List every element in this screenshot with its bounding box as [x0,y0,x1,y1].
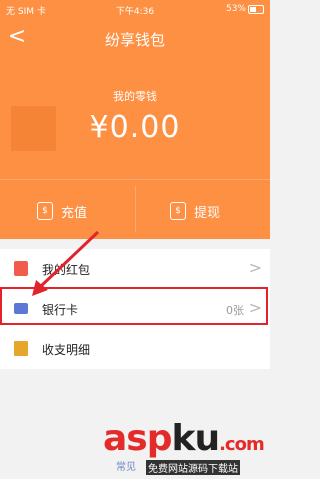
annotation-arrow-icon [32,230,100,296]
watermark-caption: 免费网站源码下载站 [146,460,240,475]
watermark-asp: asp [103,418,172,459]
watermark-ku: ku [171,418,221,459]
watermark-com: .com [219,434,265,455]
watermark-logo: aspku.com [103,418,265,459]
faq-link[interactable]: 常见 [116,458,136,473]
